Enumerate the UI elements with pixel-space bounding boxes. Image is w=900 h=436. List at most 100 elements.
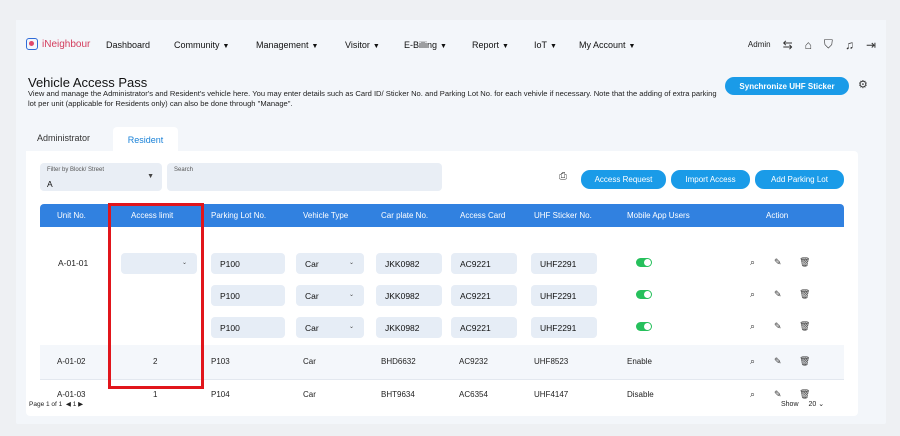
access-card: AC6354 [459, 390, 488, 399]
trash-icon[interactable]: 🗑 [799, 356, 810, 367]
page-number[interactable]: 1 [73, 401, 77, 408]
block-filter-select[interactable]: Filter by Block/ Street A ▼ [40, 163, 162, 191]
prev-page-icon[interactable]: ◀ [64, 401, 71, 408]
chevron-down-icon: ▼ [147, 173, 154, 180]
import-access-button[interactable]: Import Access [671, 170, 750, 189]
gear-icon[interactable]: ⚙ [858, 78, 868, 91]
nav-ebilling[interactable]: E-Billing ▼ [404, 40, 447, 50]
nav-community[interactable]: Community ▼ [174, 40, 229, 50]
car-plate-input[interactable]: JKK0982 [376, 253, 442, 274]
search-icon[interactable]: ⌕ [750, 257, 755, 268]
uhf-sticker: UHF4147 [534, 390, 569, 399]
mobile-app-toggle[interactable] [636, 290, 652, 299]
parking-lot: P104 [211, 390, 230, 399]
nav-dashboard[interactable]: Dashboard [106, 40, 150, 50]
search-icon[interactable]: ⌕ [750, 389, 755, 400]
col-uhf-sticker: UHF Sticker No. [534, 211, 592, 220]
vehicle-type-select[interactable]: Car ⌄ [296, 317, 364, 338]
next-page-icon[interactable]: ▶ [78, 401, 83, 408]
search-icon[interactable]: ⌕ [750, 356, 755, 367]
tab-resident[interactable]: Resident [113, 127, 178, 151]
col-parking-lot: Parking Lot No. [211, 211, 267, 220]
uhf-sticker-input[interactable]: UHF2291 [531, 253, 597, 274]
trash-icon[interactable]: 🗑 [799, 389, 810, 400]
home-icon[interactable]: ⌂ [805, 38, 812, 52]
vehicle-type: Car [303, 390, 316, 399]
vehicle-type-value: Car [305, 258, 319, 269]
vehicle-type-select[interactable]: Car ⌄ [296, 253, 364, 274]
chevron-down-icon: ▼ [502, 43, 509, 50]
page-description: View and manage the Administrator's and … [28, 89, 717, 108]
chevron-down-icon: ⌄ [348, 292, 354, 298]
nav-report[interactable]: Report ▼ [472, 40, 509, 50]
edit-icon[interactable]: ✎ [774, 321, 782, 332]
bell-icon[interactable]: ♫ [845, 38, 854, 52]
top-nav: iNeighbour Dashboard Community ▼ Manageme… [16, 20, 886, 68]
swap-icon[interactable]: ⇆ [783, 38, 793, 52]
nav-my-account[interactable]: My Account ▼ [579, 40, 635, 50]
unit-no: A-01-03 [57, 390, 86, 399]
col-action: Action [766, 211, 789, 220]
car-plate-input[interactable]: JKK0982 [376, 317, 442, 338]
parking-lot: P103 [211, 357, 230, 366]
search-icon[interactable]: ⌕ [750, 289, 755, 300]
page-info: Page 1 of 1 [29, 401, 63, 408]
vehicle-type: Car [303, 357, 316, 366]
vehicle-type-value: Car [305, 290, 319, 301]
col-unit-no: Unit No. [57, 211, 86, 220]
pagination: Page 1 of 1 ◀ 1 ▶ [29, 400, 83, 408]
chevron-down-icon: ⌄ [348, 324, 354, 330]
parking-lot-input[interactable]: P100 [211, 317, 285, 338]
car-plate: BHT9634 [381, 390, 415, 399]
car-plate-input[interactable]: JKK0982 [376, 285, 442, 306]
unit-no: A-01-01 [58, 258, 89, 268]
mobile-app-toggle[interactable] [636, 322, 652, 331]
filter-label: Filter by Block/ Street [47, 167, 105, 173]
parking-lot-input[interactable]: P100 [211, 253, 285, 274]
printer-icon[interactable]: ⎙ [559, 171, 567, 182]
access-card-input[interactable]: AC9221 [451, 253, 517, 274]
access-request-button[interactable]: Access Request [581, 170, 666, 189]
user-name[interactable]: Admin [748, 40, 771, 49]
search-input[interactable]: Search [167, 163, 442, 191]
access-card-input[interactable]: AC9221 [451, 317, 517, 338]
access-limit-highlight [108, 203, 204, 389]
chevron-down-icon: ▼ [628, 43, 636, 50]
col-car-plate: Car plate No. [381, 211, 429, 220]
trash-icon[interactable]: 🗑 [799, 289, 810, 300]
chevron-down-icon: ▼ [311, 43, 319, 50]
uhf-sticker-input[interactable]: UHF2291 [531, 317, 597, 338]
tab-administrator[interactable]: Administrator [37, 133, 90, 143]
nav-visitor[interactable]: Visitor ▼ [345, 40, 380, 50]
search-icon[interactable]: ⌕ [750, 321, 755, 332]
edit-icon[interactable]: ✎ [774, 356, 782, 367]
cart-icon[interactable]: ⛉ [824, 37, 833, 52]
access-card: AC9232 [459, 357, 488, 366]
page-size-select[interactable]: 20 ⌄ [809, 400, 825, 408]
show-label: Show [781, 400, 799, 408]
edit-icon[interactable]: ✎ [774, 389, 782, 400]
chevron-down-icon: ⌄ [348, 260, 354, 266]
edit-icon[interactable]: ✎ [774, 257, 782, 268]
col-access-card: Access Card [460, 211, 506, 220]
chevron-down-icon: ▼ [550, 43, 557, 50]
access-card-input[interactable]: AC9221 [451, 285, 517, 306]
uhf-sticker: UHF8523 [534, 357, 569, 366]
mobile-app-toggle[interactable] [636, 258, 652, 267]
mobile-app-status: Enable [627, 357, 652, 366]
brand-logo[interactable]: iNeighbour [26, 38, 90, 50]
filter-value: A [47, 179, 53, 189]
edit-icon[interactable]: ✎ [774, 289, 782, 300]
chevron-down-icon: ▼ [440, 43, 447, 50]
vehicle-type-select[interactable]: Car ⌄ [296, 285, 364, 306]
nav-management[interactable]: Management ▼ [256, 40, 318, 50]
trash-icon[interactable]: 🗑 [799, 257, 810, 268]
logout-icon[interactable]: ⇥ [866, 38, 876, 52]
uhf-sticker-input[interactable]: UHF2291 [531, 285, 597, 306]
synchronize-uhf-button[interactable]: Synchronize UHF Sticker [725, 77, 849, 95]
trash-icon[interactable]: 🗑 [799, 321, 810, 332]
page-size-value: 20 [808, 401, 817, 408]
nav-iot[interactable]: IoT ▼ [534, 40, 557, 50]
parking-lot-input[interactable]: P100 [211, 285, 285, 306]
add-parking-lot-button[interactable]: Add Parking Lot [755, 170, 844, 189]
